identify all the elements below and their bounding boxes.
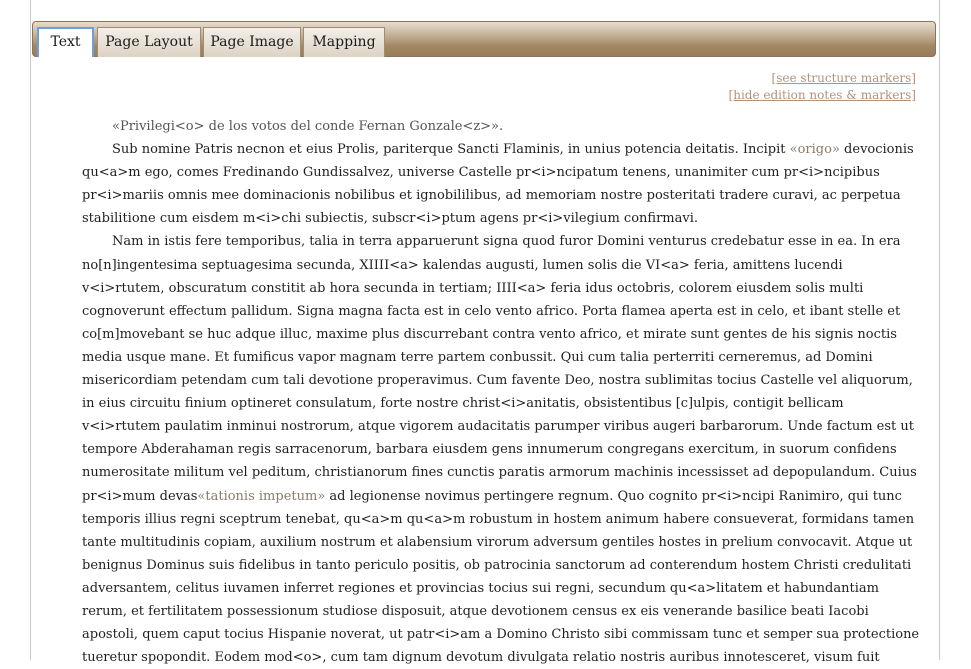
tab-mapping[interactable]: Mapping	[303, 27, 385, 57]
paragraph-1-text-a: Sub nomine Patris necnon et eius Prolis,…	[112, 142, 790, 158]
document-title: «Privilegi<o> de los votos del conde Fer…	[112, 119, 504, 134]
paragraph-2-text-a: Nam in istis fere temporibus, talia in t…	[82, 234, 917, 504]
tab-page-image[interactable]: Page Image	[203, 27, 301, 57]
editorial-note: «tationis impetum»	[197, 488, 326, 504]
paragraph-1: Sub nomine Patris necnon et eius Prolis,…	[82, 138, 920, 230]
hide-edition-notes-link[interactable]: [hide edition notes & markers]	[729, 87, 916, 104]
tab-text[interactable]: Text	[37, 27, 94, 57]
editorial-note: «origo»	[789, 142, 840, 158]
transcription-text: «Privilegi<o> de los votos del conde Fer…	[82, 115, 920, 669]
see-structure-markers-link[interactable]: [see structure markers]	[729, 70, 916, 87]
paragraph-2: Nam in istis fere temporibus, talia in t…	[82, 230, 920, 669]
marker-links: [see structure markers] [hide edition no…	[729, 70, 916, 104]
tab-page-layout[interactable]: Page Layout	[97, 27, 201, 57]
paragraph-2-text-b: ad legionense novimus pertingere regnum.…	[82, 488, 920, 666]
tab-bar: Text Page Layout Page Image Mapping	[32, 21, 936, 57]
